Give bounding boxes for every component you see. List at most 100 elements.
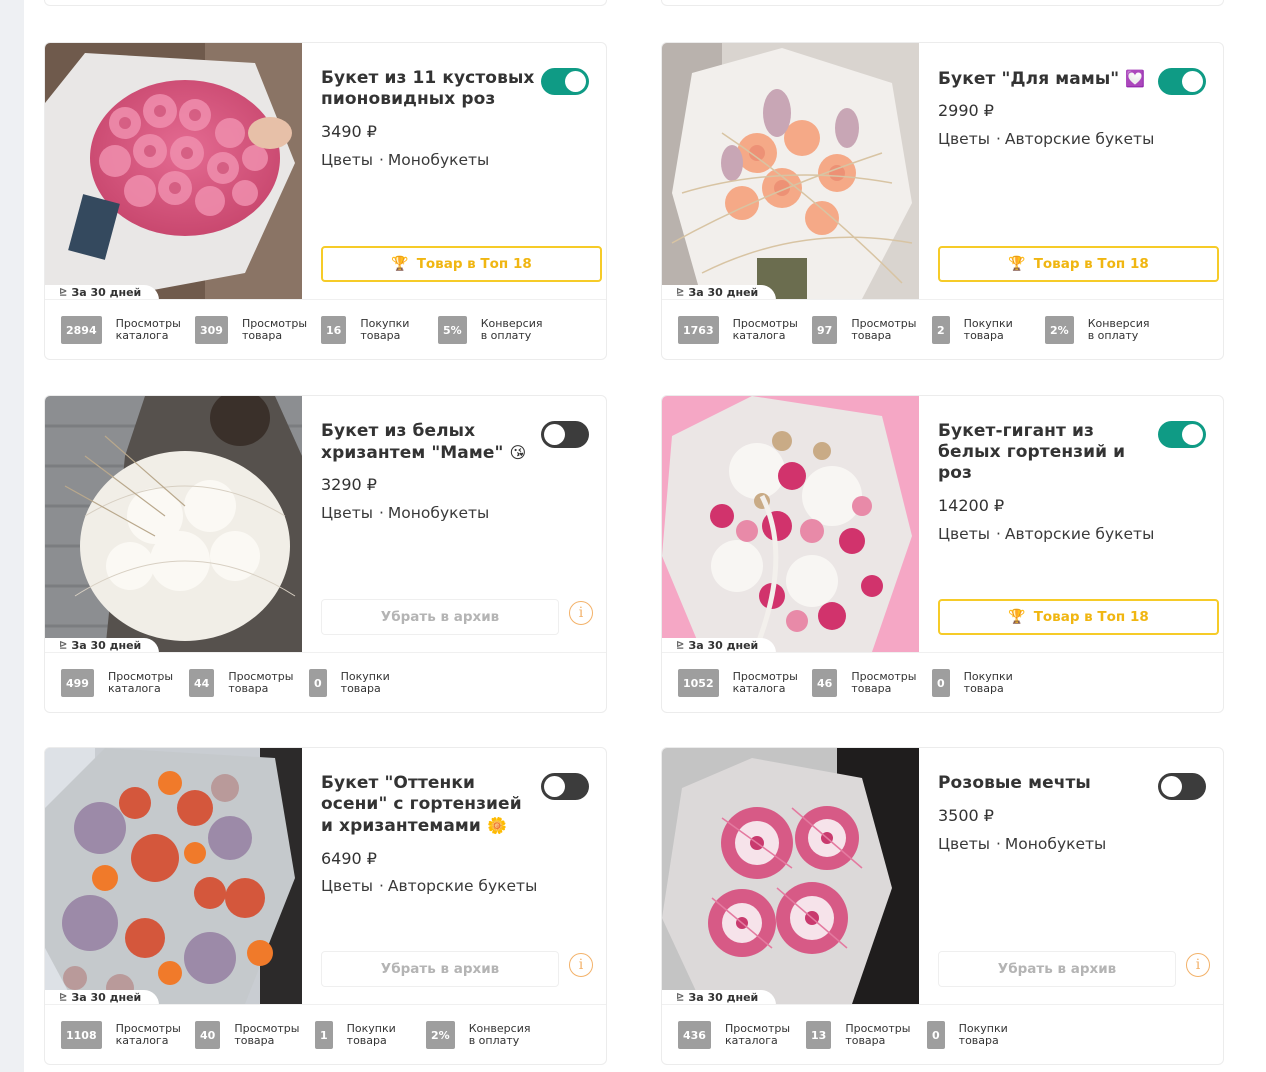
- period-label: ⊵ За 30 дней: [45, 285, 160, 300]
- stat-product-views: 46 Просмотры товара: [812, 669, 931, 697]
- stat-catalog-views: 2894 Просмотры каталога: [61, 316, 196, 344]
- period-label: ⊵ За 30 дней: [45, 990, 160, 1005]
- active-toggle[interactable]: [541, 773, 589, 800]
- info-icon[interactable]: i: [569, 601, 593, 625]
- info-icon[interactable]: i: [1186, 953, 1210, 977]
- trophy-icon: 🏆: [1008, 256, 1026, 272]
- stat-catalog-views: 1108 Просмотры каталога: [61, 1021, 196, 1049]
- stat-product-views: 44 Просмотры товара: [189, 669, 308, 697]
- stat-purchases: 1 Покупки товара: [315, 1021, 427, 1049]
- stat-purchases: 16 Покупки товара: [321, 316, 440, 344]
- archive-button[interactable]: Убрать в архив: [321, 599, 559, 635]
- product-info: Букет "Оттенки осени" с гортензией и хри…: [321, 748, 606, 1004]
- active-toggle[interactable]: [1158, 421, 1206, 448]
- product-info: Букет из 11 кустовых пионовидных роз 349…: [321, 43, 606, 299]
- stat-product-views: 40 Просмотры товара: [195, 1021, 314, 1049]
- stat-conversion: 5% Конверсия в оплату: [438, 316, 561, 344]
- previous-card-edge: [44, 0, 607, 6]
- product-title[interactable]: Букет "Для мамы" 💟: [938, 68, 1158, 90]
- left-rail: [0, 0, 24, 1072]
- stats-row: 1052 Просмотры каталога 46 Просмотры товара …: [662, 652, 1223, 712]
- product-card: ⊵ За 30 дней Букет из белых хризантем "Ма…: [44, 395, 607, 713]
- stat-catalog-views: 1763 Просмотры каталога: [678, 316, 813, 344]
- chart-icon: ⊵: [59, 640, 68, 651]
- active-toggle[interactable]: [541, 68, 589, 95]
- stat-catalog-views: 499 Просмотры каталога: [61, 669, 188, 697]
- product-card: ⊵ За 30 дней Букет из 11 кустовых пионови…: [44, 42, 607, 360]
- toggle-knob: [1161, 776, 1182, 797]
- product-info: Букет "Для мамы" 💟 2990 ₽ Цветы · Авторски…: [938, 43, 1223, 299]
- toggle-knob: [1182, 424, 1203, 445]
- product-photo[interactable]: [45, 748, 302, 1004]
- product-info: Розовые мечты 3500 ₽ Цветы · Монобукеты Уб…: [938, 748, 1223, 1004]
- product-category: Цветы · Монобукеты: [321, 504, 490, 522]
- product-title[interactable]: Букет "Оттенки осени" с гортензией и хри…: [321, 773, 536, 837]
- active-toggle[interactable]: [1158, 68, 1206, 95]
- product-card: ⊵ За 30 дней Букет-гигант из белых гортен…: [661, 395, 1224, 713]
- product-price: 3290 ₽: [321, 475, 377, 494]
- toggle-knob: [544, 776, 565, 797]
- product-category: Цветы · Монобукеты: [938, 835, 1107, 853]
- stat-product-views: 13 Просмотры товара: [806, 1021, 925, 1049]
- product-photo[interactable]: [662, 396, 919, 652]
- stat-purchases: 0 Покупки товара: [927, 1021, 1039, 1049]
- top-18-button[interactable]: 🏆 Товар в Топ 18: [938, 246, 1219, 282]
- product-title[interactable]: Розовые мечты: [938, 773, 1158, 794]
- product-price: 3500 ₽: [938, 806, 994, 825]
- archive-button[interactable]: Убрать в архив: [938, 951, 1176, 987]
- top-18-button[interactable]: 🏆 Товар в Топ 18: [321, 246, 602, 282]
- stat-product-views: 309 Просмотры товара: [195, 316, 322, 344]
- stat-purchases: 0 Покупки товара: [309, 669, 421, 697]
- stat-catalog-views: 436 Просмотры каталога: [678, 1021, 805, 1049]
- product-photo[interactable]: [662, 43, 919, 299]
- toggle-knob: [565, 71, 586, 92]
- product-price: 14200 ₽: [938, 496, 1005, 515]
- stats-row: 499 Просмотры каталога 44 Просмотры товара 0…: [45, 652, 606, 712]
- period-label: ⊵ За 30 дней: [45, 638, 160, 653]
- product-info: Букет из белых хризантем "Маме" 😘 3290 ₽…: [321, 396, 606, 652]
- product-price: 2990 ₽: [938, 101, 994, 120]
- trophy-icon: 🏆: [1008, 609, 1026, 625]
- product-category: Цветы · Авторские букеты: [321, 877, 538, 895]
- toggle-knob: [544, 424, 565, 445]
- period-label: ⊵ За 30 дней: [662, 285, 777, 300]
- product-price: 3490 ₽: [321, 122, 377, 141]
- active-toggle[interactable]: [541, 421, 589, 448]
- product-card: ⊵ За 30 дней Букет "Оттенки осени" с горт…: [44, 747, 607, 1065]
- chart-icon: ⊵: [59, 287, 68, 298]
- stats-row: 1763 Просмотры каталога 97 Просмотры товара …: [662, 299, 1223, 359]
- archive-button[interactable]: Убрать в архив: [321, 951, 559, 987]
- stat-product-views: 97 Просмотры товара: [812, 316, 931, 344]
- product-photo[interactable]: [662, 748, 919, 1004]
- product-info: Букет-гигант из белых гортензий и роз 14…: [938, 396, 1223, 652]
- chart-icon: ⊵: [676, 992, 685, 1003]
- stat-purchases: 0 Покупки товара: [932, 669, 1044, 697]
- active-toggle[interactable]: [1158, 773, 1206, 800]
- trophy-icon: 🏆: [391, 256, 409, 272]
- period-label: ⊵ За 30 дней: [662, 638, 777, 653]
- toggle-knob: [1182, 71, 1203, 92]
- product-title[interactable]: Букет из 11 кустовых пионовидных роз: [321, 68, 541, 110]
- product-category: Цветы · Монобукеты: [321, 151, 490, 169]
- stat-conversion: 2% Конверсия в оплату: [1045, 316, 1168, 344]
- previous-card-edge: [661, 0, 1224, 6]
- stat-catalog-views: 1052 Просмотры каталога: [678, 669, 813, 697]
- product-card: ⊵ За 30 дней Розовые мечты 3500 ₽ Цветы · М…: [661, 747, 1224, 1065]
- product-price: 6490 ₽: [321, 849, 377, 868]
- stat-purchases: 2 Покупки товара: [932, 316, 1044, 344]
- stats-row: 1108 Просмотры каталога 40 Просмотры товара …: [45, 1004, 606, 1064]
- product-title[interactable]: Букет-гигант из белых гортензий и роз: [938, 421, 1128, 484]
- product-photo[interactable]: [45, 396, 302, 652]
- period-label: ⊵ За 30 дней: [662, 990, 777, 1005]
- product-photo[interactable]: [45, 43, 302, 299]
- product-title[interactable]: Букет из белых хризантем "Маме" 😘: [321, 421, 541, 464]
- product-category: Цветы · Авторские букеты: [938, 525, 1155, 543]
- stat-conversion: 2% Конверсия в оплату: [426, 1021, 549, 1049]
- info-icon[interactable]: i: [569, 953, 593, 977]
- top-18-button[interactable]: 🏆 Товар в Топ 18: [938, 599, 1219, 635]
- stats-row: 436 Просмотры каталога 13 Просмотры товара 0…: [662, 1004, 1223, 1064]
- product-category: Цветы · Авторские букеты: [938, 130, 1155, 148]
- product-card: ⊵ За 30 дней Букет "Для мамы" 💟 2990 ₽ Цв…: [661, 42, 1224, 360]
- chart-icon: ⊵: [676, 287, 685, 298]
- stats-row: 2894 Просмотры каталога 309 Просмотры товара…: [45, 299, 606, 359]
